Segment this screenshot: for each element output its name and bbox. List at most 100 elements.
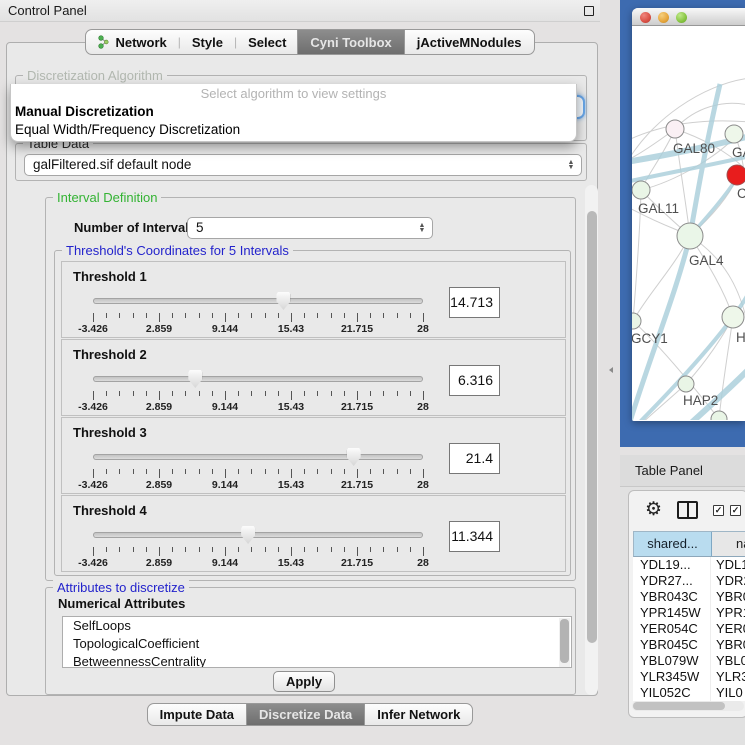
float-window-icon[interactable]: [584, 6, 594, 16]
tab-cyni-toolbox[interactable]: Cyni Toolbox: [297, 29, 404, 55]
slider-handle[interactable]: [241, 526, 255, 544]
scale-label: 9.144: [212, 479, 238, 491]
network-node-gcy1[interactable]: [632, 313, 641, 329]
threshold-value-field[interactable]: 14.713: [449, 287, 500, 318]
thresholds-group: Threshold's Coordinates for 5 Intervals …: [54, 250, 571, 576]
numerical-attributes-list[interactable]: SelfLoopsTopologicalCoefficientBetweenne…: [62, 616, 572, 668]
tick-mark: [370, 469, 371, 474]
tick-mark: [146, 547, 147, 552]
tab-network[interactable]: Network: [86, 35, 177, 50]
close-traffic-light-icon[interactable]: [640, 12, 651, 23]
list-item[interactable]: BetweennessCentrality: [63, 653, 571, 668]
threshold-slider[interactable]: -3.4262.8599.14415.4321.71528: [93, 526, 423, 570]
scrollbar-thumb[interactable]: [633, 702, 725, 710]
slider-handle[interactable]: [347, 448, 361, 466]
threshold-value-field[interactable]: 11.344: [449, 521, 500, 552]
network-canvas[interactable]: GAL80GACGAL11GAL4GCY1HHAP2: [632, 26, 745, 420]
tab-style[interactable]: Style: [181, 35, 234, 50]
checkbox-icon[interactable]: ✓: [713, 505, 724, 516]
threshold-value-field[interactable]: 6.316: [449, 365, 500, 396]
node-label: GA: [732, 145, 745, 160]
threshold-label: Threshold 2: [73, 347, 147, 362]
tab-infer-network[interactable]: Infer Network: [364, 703, 473, 726]
table-cell: YER054C: [633, 621, 711, 637]
top-tab-bar: Network | Style | Select Cyni Toolbox jA…: [0, 29, 620, 55]
tick-mark: [304, 391, 305, 396]
scale-label: 21.715: [341, 323, 373, 335]
network-node-c[interactable]: [727, 165, 745, 185]
tab-discretize-data[interactable]: Discretize Data: [246, 703, 365, 726]
tick-mark: [383, 313, 384, 318]
scrollbar-thumb[interactable]: [587, 211, 597, 643]
slider-track[interactable]: [93, 532, 423, 538]
network-node-hap2[interactable]: [678, 376, 694, 392]
threshold-slider[interactable]: -3.4262.8599.14415.4321.71528: [93, 448, 423, 492]
tick-mark: [146, 391, 147, 396]
table-data-combobox[interactable]: galFiltered.sif default node ▲▼: [24, 154, 582, 176]
table-cell: YBL0: [711, 653, 745, 669]
node-label: GCY1: [632, 331, 668, 346]
threshold-slider[interactable]: -3.4262.8599.14415.4321.71528: [93, 292, 423, 336]
network-node-gal80[interactable]: [666, 120, 684, 138]
table-row[interactable]: YDL19...YDL1: [633, 557, 745, 573]
minimize-traffic-light-icon[interactable]: [658, 12, 669, 23]
tick-mark: [383, 469, 384, 474]
tick-mark: [185, 391, 186, 396]
table-row[interactable]: YER054CYER0: [633, 621, 745, 637]
checkbox-icon[interactable]: ✓: [730, 505, 741, 516]
tick-mark: [278, 391, 279, 396]
number-of-intervals-combobox[interactable]: 5 ▲▼: [187, 217, 433, 239]
list-item[interactable]: TopologicalCoefficient: [63, 635, 571, 653]
settings-scrollbar[interactable]: [585, 185, 598, 695]
tick-mark: [225, 547, 226, 556]
scrollbar-thumb[interactable]: [560, 619, 569, 663]
panel-title: Control Panel: [8, 3, 87, 18]
tick-mark: [423, 547, 424, 556]
tick-mark: [199, 391, 200, 396]
list-item[interactable]: SelfLoops: [63, 617, 571, 635]
tick-mark: [278, 547, 279, 552]
threshold-label: Threshold 3: [73, 425, 147, 440]
slider-handle[interactable]: [188, 370, 202, 388]
apply-button[interactable]: Apply: [273, 671, 335, 692]
tick-mark: [357, 313, 358, 322]
column-header-shared-name[interactable]: shared...: [634, 532, 712, 556]
zoom-traffic-light-icon[interactable]: [676, 12, 687, 23]
table-row[interactable]: YPR145WYPR1: [633, 605, 745, 621]
tick-mark: [357, 391, 358, 400]
dropdown-item-equal-width-frequency[interactable]: Equal Width/Frequency Discretization: [11, 121, 576, 139]
network-window-titlebar[interactable]: [632, 8, 745, 26]
tick-mark: [133, 313, 134, 318]
column-header-name[interactable]: na: [712, 532, 745, 556]
table-row[interactable]: YBR045CYBR0: [633, 637, 745, 653]
tab-select[interactable]: Select: [237, 35, 297, 50]
table-row[interactable]: YDR27...YDR2: [633, 573, 745, 589]
table-row[interactable]: YBR043CYBR0: [633, 589, 745, 605]
splitter-collapse-icon[interactable]: [609, 367, 613, 373]
tab-jactivemnodules[interactable]: jActiveMNodules: [404, 29, 535, 55]
slider-track[interactable]: [93, 454, 423, 460]
tick-mark: [265, 469, 266, 474]
scale-label: 2.859: [146, 557, 172, 569]
threshold-slider[interactable]: -3.4262.8599.14415.4321.71528: [93, 370, 423, 414]
network-node-gal11[interactable]: [632, 181, 650, 199]
network-node-ga[interactable]: [725, 125, 743, 143]
network-window[interactable]: GAL80GACGAL11GAL4GCY1HHAP2: [632, 8, 745, 421]
table-row[interactable]: YBL079WYBL0: [633, 653, 745, 669]
table-row[interactable]: YIL052CYIL0: [633, 685, 745, 701]
list-scrollbar[interactable]: [559, 618, 570, 668]
node-label: C: [737, 186, 745, 201]
gear-icon[interactable]: ⚙: [645, 498, 662, 521]
threshold-value-field[interactable]: 21.4: [449, 443, 500, 474]
slider-track[interactable]: [93, 376, 423, 382]
columns-icon[interactable]: [677, 501, 698, 519]
network-node-h[interactable]: [722, 306, 744, 328]
dropdown-item-manual-discretization[interactable]: Manual Discretization: [11, 103, 576, 121]
slider-track[interactable]: [93, 298, 423, 304]
table-row[interactable]: YLR345WYLR3: [633, 669, 745, 685]
tab-impute-data[interactable]: Impute Data: [147, 703, 247, 726]
panel-splitter[interactable]: [600, 0, 620, 745]
slider-handle[interactable]: [276, 292, 290, 310]
network-node-gal4[interactable]: [677, 223, 703, 249]
table-horizontal-scrollbar[interactable]: [632, 701, 744, 711]
